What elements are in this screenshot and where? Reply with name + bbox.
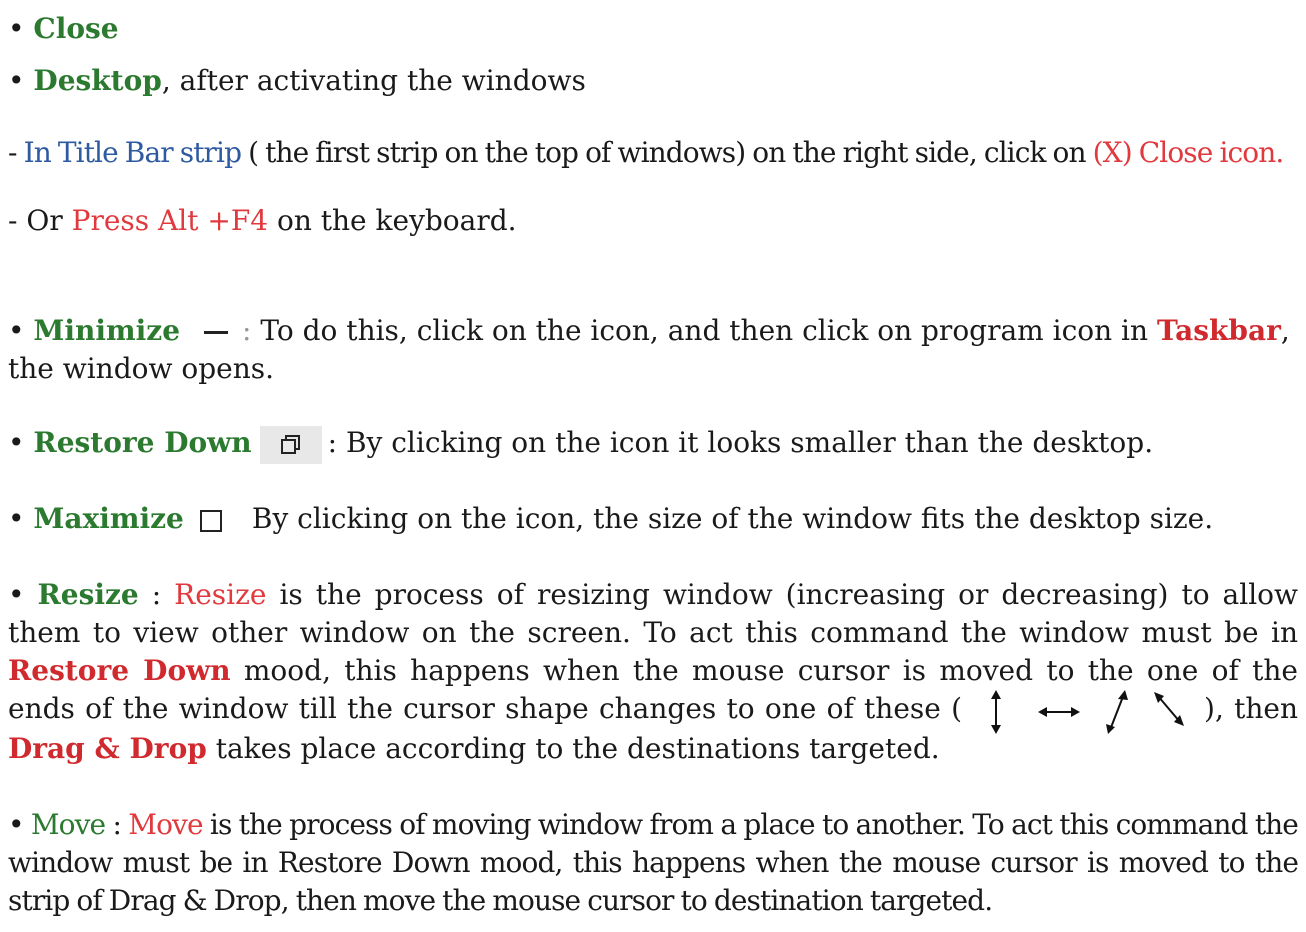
titlebar-text: ( the first strip on the top of windows)… bbox=[241, 136, 1093, 169]
close-bullet: • bbox=[8, 12, 25, 45]
minimize-text: To do this, click on the icon, and then … bbox=[251, 314, 1157, 347]
resize-text-4: takes place according to the destination… bbox=[206, 731, 940, 765]
minimize-text-2: the window opens. bbox=[8, 352, 275, 385]
move-title: Move bbox=[30, 808, 106, 841]
drag-drop-label: Drag & Drop bbox=[8, 731, 207, 765]
desktop-title: Desktop bbox=[33, 64, 162, 97]
desktop-bullet: • bbox=[8, 64, 25, 97]
diagonal-resize-cursor-icon bbox=[1106, 689, 1129, 734]
restore-bullet: • bbox=[8, 426, 34, 459]
resize-paragraph: • Resize : Resize is the process of resi… bbox=[8, 576, 1298, 768]
maximize-text: By clicking on the icon, the size of the… bbox=[251, 502, 1214, 535]
restore-down-icon bbox=[259, 425, 322, 464]
vertical-resize-cursor-icon bbox=[991, 689, 1002, 734]
alt-f4-instruction: - Or Press Alt +F4 on the keyboard. bbox=[8, 202, 517, 240]
titlebar-link: In Title Bar strip bbox=[23, 136, 242, 169]
restore-down-label: Restore Down bbox=[8, 654, 231, 687]
minimize-bullet: • bbox=[8, 314, 34, 347]
restore-text: : By clicking on the icon it looks small… bbox=[327, 426, 1154, 459]
resize-text-3: ), then bbox=[1204, 692, 1298, 725]
restore-title: Restore Down bbox=[33, 426, 252, 459]
alt-dash: - Or bbox=[8, 204, 72, 237]
resize-word: Resize bbox=[174, 578, 267, 611]
titlebar-dash: - bbox=[8, 136, 24, 169]
titlebar-instruction: - In Title Bar strip ( the first strip o… bbox=[8, 134, 1285, 172]
resize-colon: : bbox=[138, 578, 175, 611]
minimize-icon bbox=[204, 331, 229, 334]
maximize-title: Maximize bbox=[33, 502, 184, 535]
close-heading: • Close bbox=[8, 10, 119, 48]
move-word: Move bbox=[128, 808, 203, 841]
maximize-icon bbox=[199, 509, 222, 532]
minimize-line: • Minimize: To do this, click on the ico… bbox=[8, 312, 1290, 350]
desktop-heading: • Desktop, after activating the windows bbox=[8, 62, 586, 100]
diagonal-resize-cursor-icon bbox=[1154, 691, 1185, 726]
resize-bullet: • bbox=[8, 578, 38, 611]
move-colon: : bbox=[105, 808, 129, 841]
minimize-comma: , bbox=[1280, 314, 1290, 347]
horizontal-resize-cursor-icon bbox=[1038, 706, 1081, 717]
move-bullet: • bbox=[8, 808, 31, 841]
minimize-title: Minimize bbox=[33, 314, 181, 347]
alt-f4-shortcut: Press Alt +F4 bbox=[71, 204, 269, 237]
titlebar-space bbox=[1132, 136, 1139, 169]
desktop-text: , after activating the windows bbox=[161, 64, 586, 97]
maximize-bullet: • bbox=[8, 502, 34, 535]
resize-title: Resize bbox=[37, 578, 139, 611]
resize-cursors bbox=[968, 689, 1198, 734]
close-title: Close bbox=[33, 12, 119, 45]
taskbar-label: Taskbar bbox=[1156, 314, 1281, 347]
minimize-line-2: the window opens. bbox=[8, 350, 274, 388]
alt-text: on the keyboard. bbox=[268, 204, 517, 237]
close-x-label: (X) bbox=[1092, 136, 1133, 169]
restore-down-line: • Restore Down : By clicking on the icon … bbox=[8, 424, 1153, 464]
move-paragraph: • Move : Move is the process of moving w… bbox=[8, 806, 1299, 920]
maximize-line: • Maximize By clicking on the icon, the s… bbox=[8, 500, 1213, 538]
close-icon-label: Close icon. bbox=[1138, 136, 1285, 169]
